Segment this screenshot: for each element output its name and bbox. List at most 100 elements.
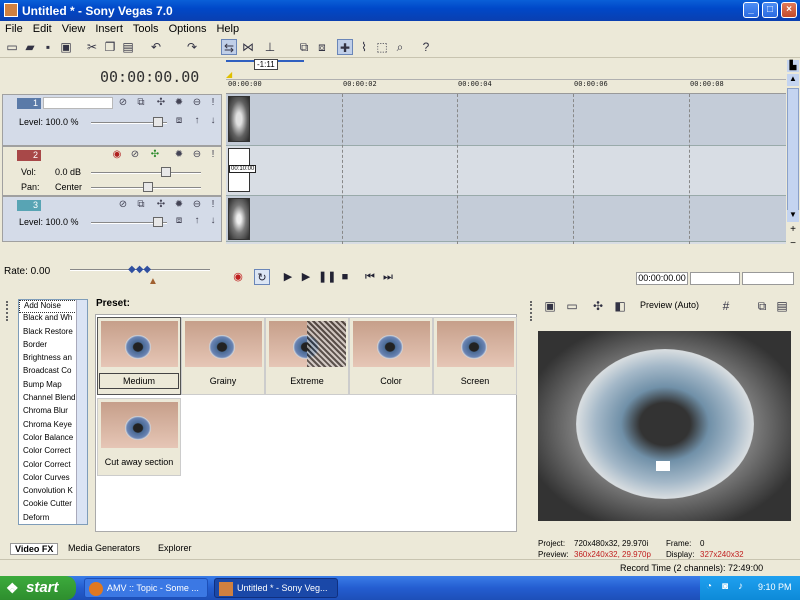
track-3[interactable]: 3 ⊘ ⧉ ✣ ✹ ⊖ ! Level: 100.0 % ⧈ ↑ ↓ (2, 196, 222, 242)
redo-icon[interactable]: ↷ (184, 39, 200, 55)
track-lane-2[interactable] (226, 146, 786, 196)
selection-tool-icon[interactable]: ⬚ (374, 39, 390, 55)
menu-insert[interactable]: Insert (90, 21, 128, 35)
external-monitor-icon[interactable]: ▭ (564, 298, 580, 314)
cut-icon[interactable]: ✂ (84, 39, 100, 55)
scroll-down-button[interactable]: ▼ (787, 210, 799, 222)
motion-icon[interactable]: ✣ (155, 97, 167, 109)
selection-start-field[interactable] (690, 272, 740, 285)
level-slider-thumb[interactable] (153, 217, 163, 227)
auto-crossfade-icon[interactable]: ⧉ (296, 39, 312, 55)
menu-file[interactable]: File (0, 21, 28, 35)
preset-medium[interactable]: Medium (97, 317, 181, 395)
play-from-start-button[interactable]: ▶ (280, 269, 296, 285)
audio-clip-track-2[interactable]: 00:10:00 (228, 148, 257, 192)
solo-icon[interactable]: ⊖ (191, 149, 203, 161)
copy-icon[interactable]: ❐ (102, 39, 118, 55)
timeline-area[interactable]: -1:11 ◢ 00:00:00 00:00:02 00:00:04 00:00… (226, 58, 786, 266)
menu-tools[interactable]: Tools (128, 21, 164, 35)
group-icon[interactable]: ⧈ (314, 39, 330, 55)
cursor-position-field[interactable]: 00:00:00.00 (636, 272, 688, 285)
menu-options[interactable]: Options (164, 21, 212, 35)
lock-envelopes-icon[interactable]: ⊥ (262, 39, 278, 55)
open-folder-icon[interactable]: ▰ (22, 39, 38, 55)
tray-icon[interactable]: ◔ (706, 581, 712, 592)
zoom-tool-icon[interactable]: ⌕ (392, 39, 408, 55)
timeline-vscrollbar[interactable]: ▙ ▲ ▼ + − ⌕ (786, 58, 800, 266)
track-lane-3[interactable] (226, 196, 786, 242)
exclaim-icon[interactable]: ! (207, 149, 219, 161)
overlays-grid-icon[interactable]: # (718, 298, 734, 314)
track-fx-icon[interactable]: ✹ (173, 97, 185, 109)
parent-up-icon[interactable]: ↑ (191, 215, 203, 227)
menu-view[interactable]: View (57, 21, 91, 35)
track-fx-icon[interactable]: ✹ (173, 149, 185, 161)
compositing-mode-icon[interactable]: ⧉ (135, 199, 147, 211)
volume-slider-thumb[interactable] (161, 167, 171, 177)
child-down-icon[interactable]: ↓ (207, 215, 219, 227)
vscroll-thumb[interactable] (787, 88, 799, 216)
auto-ripple-icon[interactable]: ⇆ (221, 39, 237, 55)
child-down-icon[interactable]: ↓ (207, 115, 219, 127)
whats-this-icon[interactable]: ? (418, 39, 434, 55)
split-screen-icon[interactable]: ◧ (612, 298, 628, 314)
loop-playback-button[interactable]: ↻ (254, 269, 270, 285)
track-fx-icon[interactable]: ✹ (173, 199, 185, 211)
close-button[interactable]: × (781, 2, 797, 18)
maximize-button[interactable]: □ (762, 2, 778, 18)
minimize-button[interactable]: _ (743, 2, 759, 18)
zoom-in-track-icon[interactable]: + (787, 224, 799, 236)
output-icon[interactable]: ✣ (149, 149, 161, 161)
menu-edit[interactable]: Edit (28, 21, 57, 35)
save-snapshot-icon[interactable]: ▤ (774, 298, 790, 314)
copy-snapshot-icon[interactable]: ⧉ (754, 298, 770, 314)
record-button[interactable]: ◉ (230, 269, 246, 285)
fx-list-scrollbar[interactable] (76, 300, 87, 524)
tab-video-fx[interactable]: Video FX (10, 543, 59, 555)
snap-icon[interactable]: ⋈ (240, 39, 256, 55)
record-arm-icon[interactable]: ◉ (111, 149, 123, 161)
track-lane-1[interactable] (226, 94, 786, 146)
stop-button[interactable]: ■ (337, 269, 353, 285)
pane-grip[interactable] (530, 301, 534, 321)
level-slider-thumb[interactable] (153, 117, 163, 127)
new-file-icon[interactable]: ▭ (4, 39, 20, 55)
envelope-tool-icon[interactable]: ⌇ (356, 39, 372, 55)
clock[interactable]: 9:10 PM (758, 582, 792, 592)
go-to-end-button[interactable]: ⏭ (380, 269, 396, 285)
selection-length-field[interactable] (742, 272, 794, 285)
solo-icon[interactable]: ⊖ (191, 199, 203, 211)
invert-phase-icon[interactable]: ⊘ (129, 149, 141, 161)
exclaim-icon[interactable]: ! (207, 199, 219, 211)
preset-grainy[interactable]: Grainy (181, 317, 265, 395)
track-name-field[interactable] (43, 97, 113, 109)
go-to-start-button[interactable]: ⏮ (362, 269, 378, 285)
normal-edit-tool-icon[interactable]: ✚ (337, 39, 353, 55)
mute-icon[interactable]: ⊘ (117, 199, 129, 211)
video-clip-track-1[interactable] (228, 96, 250, 142)
solo-icon[interactable]: ⊖ (191, 97, 203, 109)
preset-screen[interactable]: Screen (433, 317, 517, 395)
tray-icon[interactable]: ◙ (722, 581, 728, 592)
rate-reset-marker[interactable]: ▲ (148, 276, 158, 287)
track-1[interactable]: 1 ⊘ ⧉ ✣ ✹ ⊖ ! Level: 100.0 % ⧈ ↑ ↓ (2, 94, 222, 146)
preset-extreme[interactable]: Extreme (265, 317, 349, 395)
preset-cut-away-section[interactable]: Cut away section (97, 398, 181, 476)
volume-icon[interactable]: ♪ (738, 581, 743, 592)
pan-slider-thumb[interactable] (143, 182, 153, 192)
pane-grip[interactable] (6, 301, 10, 321)
video-clip-track-3[interactable] (228, 198, 250, 240)
pause-button[interactable]: ❚❚ (318, 269, 336, 285)
properties-icon[interactable]: ▣ (58, 39, 74, 55)
time-ruler[interactable]: 00:00:00 00:00:02 00:00:04 00:00:06 00:0… (226, 80, 786, 94)
play-button[interactable]: ▶ (298, 269, 314, 285)
rate-slider-thumb[interactable]: ◆◆◆ (128, 264, 151, 275)
mute-icon[interactable]: ⊘ (117, 97, 129, 109)
undo-icon[interactable]: ↶ (148, 39, 164, 55)
marker-flag-icon[interactable]: ▙ (787, 60, 799, 72)
preview-properties-icon[interactable]: ▣ (542, 298, 558, 314)
taskbar-item-browser[interactable]: AMV :: Topic - Some ... (84, 578, 208, 598)
marker-bar[interactable]: -1:11 ◢ (226, 58, 786, 80)
volume-slider[interactable] (91, 172, 201, 174)
comp-child-icon[interactable]: ⧈ (173, 215, 185, 227)
